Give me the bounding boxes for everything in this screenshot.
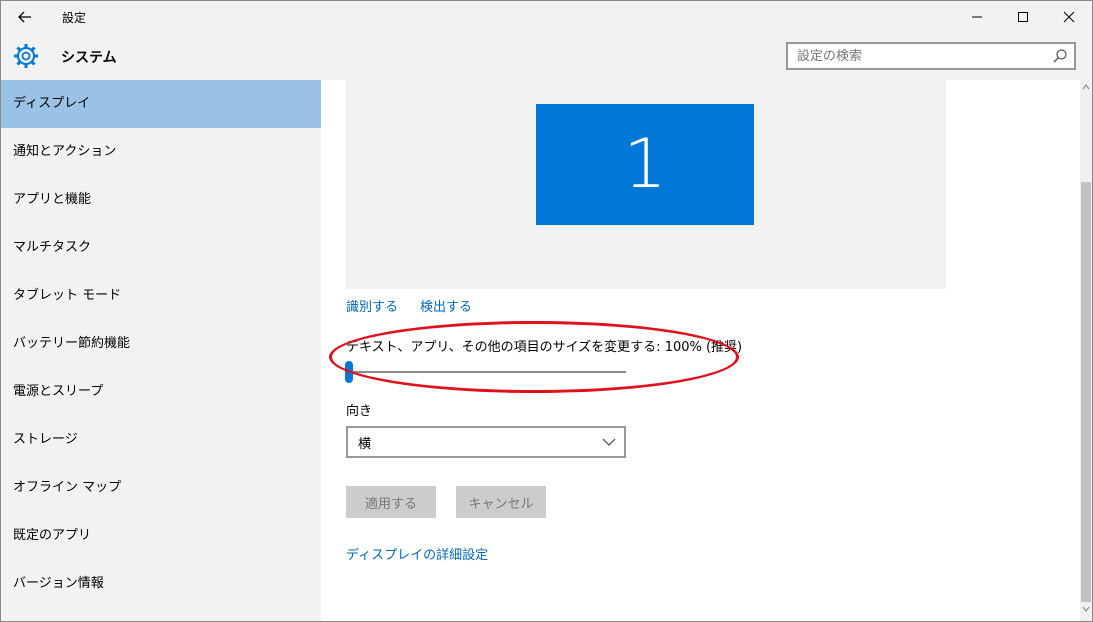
minimize-button[interactable] bbox=[954, 1, 1000, 33]
main-content: 1 識別する 検出する テキスト、アプリ、その他の項目のサイズを変更する: 10… bbox=[321, 80, 1092, 621]
settings-window: 設定 システム 設定の検索 ディスプレイ 通知とアクション アプリと機能 マルチ… bbox=[0, 0, 1093, 622]
identify-link[interactable]: 識別する bbox=[346, 296, 398, 315]
minimize-icon bbox=[972, 16, 982, 18]
sidebar-item-offline-maps[interactable]: オフライン マップ bbox=[1, 464, 321, 512]
search-input[interactable] bbox=[788, 43, 1050, 69]
gear-icon bbox=[14, 44, 38, 68]
scale-slider-track[interactable] bbox=[346, 371, 626, 373]
search-icon[interactable] bbox=[1050, 46, 1070, 66]
title-bar: 設定 bbox=[1, 1, 1092, 33]
back-button[interactable] bbox=[1, 1, 49, 33]
search-box[interactable] bbox=[786, 42, 1076, 70]
sidebar-item-battery-saver[interactable]: バッテリー節約機能 bbox=[1, 320, 321, 368]
scale-slider-thumb[interactable] bbox=[345, 361, 353, 383]
orientation-dropdown[interactable]: 横 bbox=[346, 426, 626, 458]
back-arrow-icon bbox=[18, 11, 31, 23]
scroll-up-icon bbox=[1082, 84, 1090, 90]
sidebar-item-default-apps[interactable]: 既定のアプリ bbox=[1, 512, 321, 560]
orientation-label: 向き bbox=[346, 404, 373, 419]
sidebar-item-storage[interactable]: ストレージ bbox=[1, 416, 321, 464]
maximize-button[interactable] bbox=[1000, 1, 1046, 33]
page-title: システム bbox=[61, 50, 117, 66]
scroll-down-icon bbox=[1082, 606, 1090, 612]
sidebar-item-about[interactable]: バージョン情報 bbox=[1, 560, 321, 608]
close-button[interactable] bbox=[1046, 1, 1092, 33]
sidebar-item-notifications[interactable]: 通知とアクション bbox=[1, 128, 321, 176]
page-header: システム bbox=[1, 33, 1092, 80]
detect-link[interactable]: 検出する bbox=[420, 296, 472, 315]
sidebar-item-multitasking[interactable]: マルチタスク bbox=[1, 224, 321, 272]
sidebar-item-display[interactable]: ディスプレイ bbox=[1, 80, 321, 128]
scroll-up-button[interactable] bbox=[1080, 84, 1092, 94]
highlight-annotation bbox=[329, 321, 739, 393]
advanced-display-settings-link[interactable]: ディスプレイの詳細設定 bbox=[346, 544, 488, 563]
window-title: 設定 bbox=[62, 11, 87, 25]
sidebar-item-tablet-mode[interactable]: タブレット モード bbox=[1, 272, 321, 320]
apply-button[interactable]: 適用する bbox=[346, 486, 436, 518]
monitor-1[interactable]: 1 bbox=[536, 104, 754, 225]
maximize-icon bbox=[1018, 12, 1028, 22]
scrollbar[interactable] bbox=[1080, 80, 1092, 621]
scrollbar-thumb[interactable] bbox=[1081, 182, 1091, 602]
orientation-value: 横 bbox=[358, 436, 372, 452]
chevron-down-icon bbox=[602, 438, 616, 446]
sidebar-item-apps[interactable]: アプリと機能 bbox=[1, 176, 321, 224]
cancel-button[interactable]: キャンセル bbox=[456, 486, 546, 518]
close-icon bbox=[1063, 11, 1075, 23]
display-preview: 1 bbox=[346, 80, 946, 289]
sidebar-item-power-sleep[interactable]: 電源とスリープ bbox=[1, 368, 321, 416]
scale-label: テキスト、アプリ、その他の項目のサイズを変更する: 100% (推奨) bbox=[346, 340, 743, 355]
sidebar: ディスプレイ 通知とアクション アプリと機能 マルチタスク タブレット モード … bbox=[1, 80, 321, 621]
scroll-down-button[interactable] bbox=[1080, 606, 1092, 616]
